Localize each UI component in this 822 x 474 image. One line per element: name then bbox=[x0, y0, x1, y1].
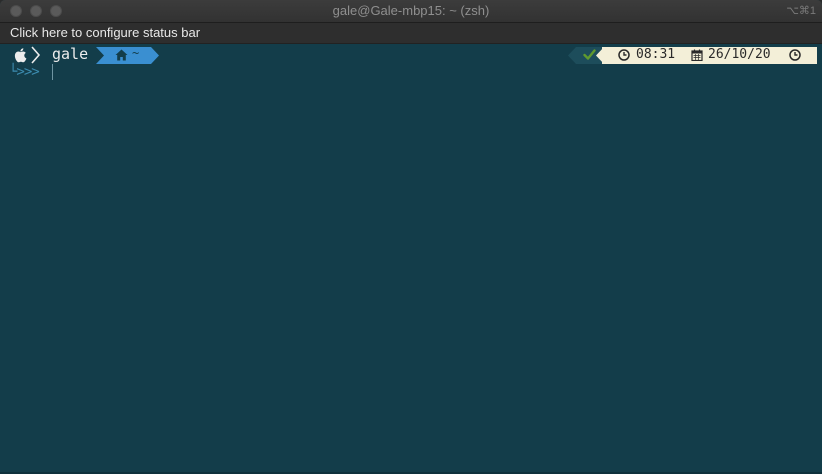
clock-icon bbox=[789, 49, 801, 61]
check-icon bbox=[583, 49, 596, 60]
separator-chevron-icon bbox=[31, 46, 41, 64]
terminal-window: gale@Gale-mbp15: ~ (zsh) ⌥⌘1 Click here … bbox=[0, 0, 822, 474]
prompt-arrows: └>>> bbox=[9, 64, 40, 80]
window-shortcut: ⌥⌘1 bbox=[786, 5, 816, 17]
home-icon bbox=[115, 49, 128, 61]
status-bar[interactable]: Click here to configure status bar bbox=[0, 23, 822, 44]
prompt-date: 26/10/20 bbox=[708, 47, 771, 62]
terminal-area[interactable]: gale ~ └>>> 08:31 26/10/20 bbox=[0, 44, 822, 474]
title-bar[interactable]: gale@Gale-mbp15: ~ (zsh) ⌥⌘1 bbox=[0, 0, 822, 23]
text-cursor bbox=[52, 64, 53, 80]
apple-icon bbox=[14, 48, 27, 63]
window-title: gale@Gale-mbp15: ~ (zsh) bbox=[332, 3, 490, 18]
calendar-icon bbox=[691, 49, 703, 61]
status-bar-label[interactable]: Click here to configure status bar bbox=[10, 25, 200, 40]
clock-icon bbox=[618, 49, 630, 61]
prompt-time: 08:31 bbox=[636, 47, 676, 62]
prompt-directory: ~ bbox=[132, 46, 140, 60]
prompt-user: gale bbox=[52, 45, 89, 63]
